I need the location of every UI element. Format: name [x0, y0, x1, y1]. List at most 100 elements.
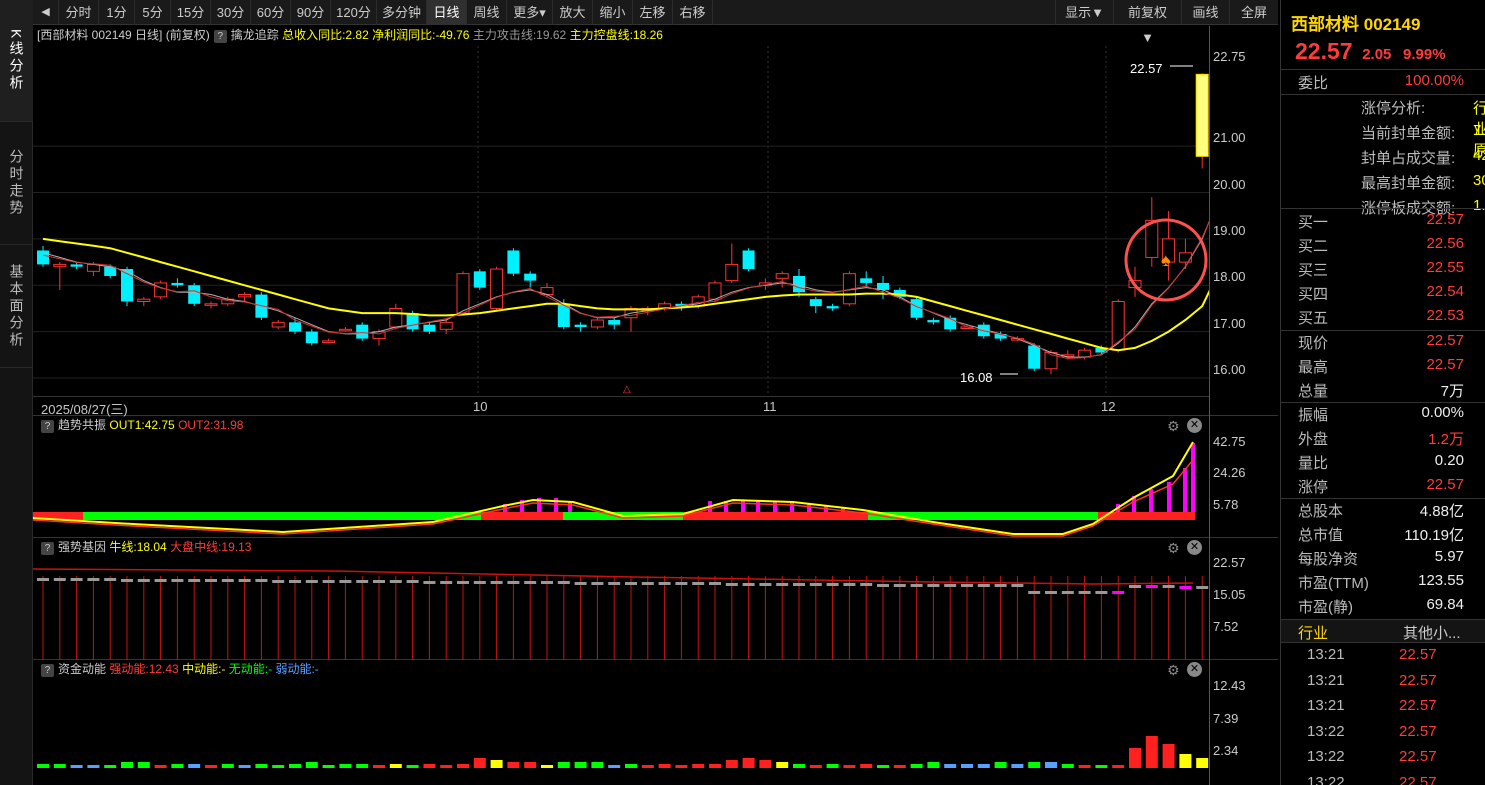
- month-11: 11: [763, 399, 777, 414]
- month-12: 12: [1101, 399, 1116, 414]
- period-4[interactable]: 30分: [211, 0, 251, 25]
- p2-mark: [893, 584, 906, 587]
- p1-bar: [807, 504, 811, 512]
- stock-name: 西部材料: [1291, 15, 1359, 34]
- fund-value: 110.19亿: [1404, 527, 1464, 544]
- period-14[interactable]: 左移: [633, 0, 673, 25]
- bid-label: 买一: [1298, 214, 1329, 231]
- price-change: 2.05: [1362, 46, 1392, 63]
- candlestick-chart[interactable]: ♠△: [33, 26, 1209, 416]
- period-9[interactable]: 日线: [427, 0, 467, 25]
- bid-label: 买三: [1298, 262, 1329, 279]
- period-5[interactable]: 60分: [251, 0, 291, 25]
- low-marker: 16.08: [960, 370, 993, 385]
- candle: [1145, 197, 1159, 267]
- p2-mark: [137, 579, 150, 582]
- fullscreen-button[interactable]: 全屏: [1229, 0, 1278, 25]
- p3-bar: [826, 764, 839, 768]
- stat-label: 现价: [1298, 335, 1329, 352]
- p2-mark: [793, 583, 805, 586]
- fund-label: 每股净资: [1298, 551, 1359, 568]
- display-menu[interactable]: 显示▼: [1055, 0, 1113, 25]
- stat-value: 22.57: [1426, 332, 1464, 349]
- p3-bar: [557, 762, 570, 768]
- period-8[interactable]: 多分钟: [377, 0, 427, 25]
- period-0[interactable]: 分时: [59, 0, 99, 25]
- period-13[interactable]: 缩小: [593, 0, 633, 25]
- p2-mark: [188, 579, 201, 582]
- analysis-value: 30: [1473, 172, 1485, 189]
- industry-row[interactable]: 行业 其他小...: [1281, 619, 1485, 643]
- analysis-label: 当前封单金额:: [1361, 125, 1456, 142]
- tab-kline[interactable]: K线分析: [0, 0, 33, 122]
- period-2[interactable]: 5分: [135, 0, 171, 25]
- candle: [322, 338, 336, 344]
- tab-timeshare[interactable]: 分时走势: [0, 122, 33, 245]
- candle: [188, 282, 201, 307]
- p3-bar: [675, 765, 688, 768]
- stat-row: 量比 0.20: [1281, 452, 1485, 476]
- limit-analysis-row: 涨停分析: 行业原: [1281, 97, 1485, 159]
- kline-panel[interactable]: [西部材料 002149 日线] (前复权)? 擒龙追踪 总收入同比:2.82 净…: [33, 26, 1278, 417]
- p1-bar: [756, 501, 760, 512]
- trend-resonance-panel[interactable]: ? 趋势共振 OUT1:42.75 OUT2:31.98 ⚙ ✕ 42.75 24…: [33, 416, 1278, 538]
- p3-bar: [171, 764, 184, 768]
- period-10[interactable]: 周线: [467, 0, 507, 25]
- period-7[interactable]: 120分: [331, 0, 377, 25]
- price-header: 22.57 2.05 9.99%: [1295, 38, 1446, 65]
- bid-row: 买二 22.56: [1281, 235, 1485, 259]
- p2-mark: [1196, 586, 1209, 589]
- order-ratio-value: 100.00%: [1404, 72, 1464, 89]
- period-6[interactable]: 90分: [291, 0, 331, 25]
- p1-chart: [33, 441, 1195, 537]
- period-11[interactable]: 更多▾: [507, 0, 553, 25]
- p2-mark: [104, 578, 117, 581]
- p1-ytick: 5.78: [1213, 497, 1239, 512]
- p3-bar: [121, 762, 133, 768]
- period-3[interactable]: 15分: [171, 0, 211, 25]
- draw-button[interactable]: 画线: [1181, 0, 1229, 25]
- p3-bar: [1112, 765, 1125, 768]
- svg-text:△: △: [623, 384, 631, 395]
- month-10: 10: [473, 399, 488, 414]
- period-12[interactable]: 放大: [553, 0, 593, 25]
- price-axis: [1209, 26, 1278, 416]
- p2-mark: [221, 579, 234, 582]
- p2-mark: [356, 580, 369, 583]
- bid-price: 22.55: [1426, 259, 1464, 276]
- p2-mark: [809, 583, 822, 586]
- p3-bar: [591, 762, 604, 768]
- p2-mark: [658, 582, 671, 585]
- order-ratio-row: 委比 100.00%: [1281, 72, 1485, 96]
- fund-value: 4.88亿: [1419, 503, 1464, 520]
- stat-row: 外盘 1.2万: [1281, 428, 1485, 452]
- p1-bar: [1183, 468, 1187, 512]
- p3-bar: [877, 765, 889, 768]
- p3-bar: [860, 764, 873, 768]
- p2-mark: [843, 583, 856, 586]
- fundamental-row: 总股本 4.88亿: [1281, 500, 1485, 524]
- candle: [473, 269, 486, 290]
- p3-bar: [188, 764, 201, 768]
- period-1[interactable]: 1分: [99, 0, 135, 25]
- tick-row: 13:22 22.57: [1281, 748, 1485, 772]
- fundamental-row: 每股净资 5.97: [1281, 548, 1485, 572]
- stat-label: 振幅: [1298, 407, 1329, 424]
- strong-gene-panel[interactable]: ? 强势基因 牛线:18.04 大盘中线:19.13 ⚙ ✕ 22.57 15.0…: [33, 538, 1278, 660]
- fund-momentum-panel[interactable]: ? 资金动能 强动能:12.43 中动能:- 无动能:- 弱动能:- ⚙ ✕ 12…: [33, 660, 1278, 785]
- back-button[interactable]: ◀: [33, 0, 59, 25]
- p2-mark: [1045, 591, 1057, 594]
- p2-mark: [440, 581, 453, 584]
- p3-bar: [893, 765, 906, 768]
- tab-fundamentals[interactable]: 基本面分析: [0, 245, 33, 368]
- stat-label: 外盘: [1298, 431, 1329, 448]
- p2-mark: [37, 578, 49, 581]
- period-15[interactable]: 右移: [673, 0, 713, 25]
- analysis-label: 涨停分析:: [1361, 100, 1426, 117]
- p3-bar: [1045, 762, 1057, 768]
- bid-row: 买五 22.53: [1281, 307, 1485, 331]
- p3-bar: [490, 760, 503, 768]
- p2-mark: [238, 579, 251, 582]
- adjust-menu[interactable]: 前复权▼: [1113, 0, 1181, 45]
- candle: [1178, 238, 1192, 270]
